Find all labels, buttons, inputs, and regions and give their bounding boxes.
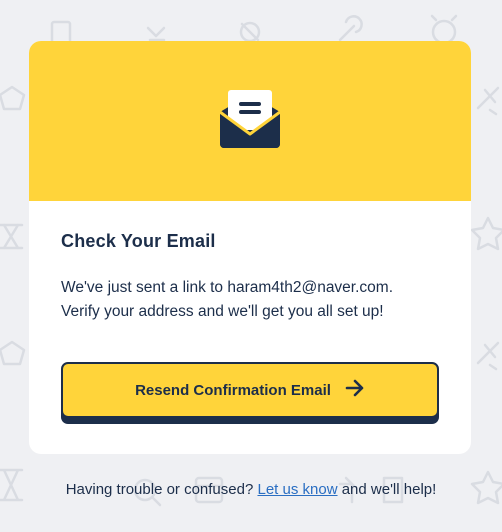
confirmation-message: We've just sent a link to haram4th2@nave… (61, 276, 439, 324)
open-envelope-icon (217, 88, 283, 155)
help-footer: Having trouble or confused? Let us know … (0, 481, 502, 498)
resend-confirmation-button[interactable]: Resend Confirmation Email (61, 362, 439, 418)
resend-button-wrapper: Resend Confirmation Email (61, 362, 439, 426)
arrow-right-icon (345, 379, 365, 402)
page-title: Check Your Email (61, 231, 216, 251)
resend-button-label: Resend Confirmation Email (135, 381, 331, 399)
let-us-know-link[interactable]: Let us know (257, 481, 337, 498)
message-line-2: Verify your address and we'll get you al… (61, 303, 384, 320)
message-line-1: We've just sent a link to haram4th2@nave… (61, 279, 394, 296)
card-header-banner (29, 41, 471, 201)
footer-text-before: Having trouble or confused? (65, 481, 254, 498)
confirmation-card: Check Your Email We've just sent a link … (29, 41, 471, 454)
footer-text-after: and we'll help! (341, 481, 437, 498)
